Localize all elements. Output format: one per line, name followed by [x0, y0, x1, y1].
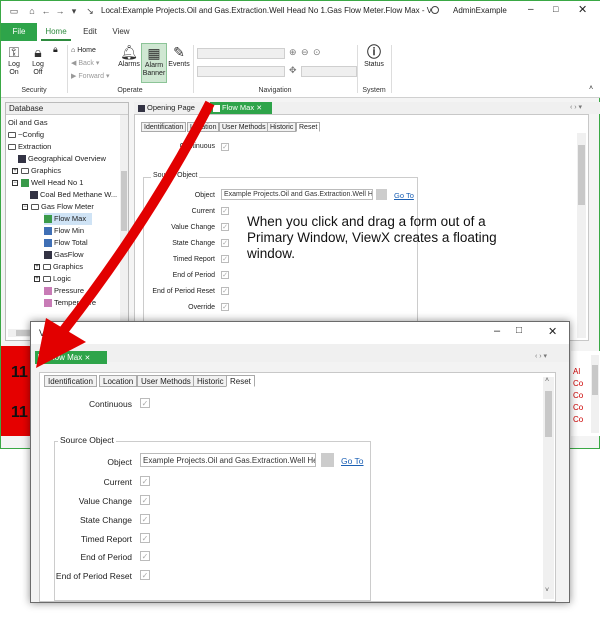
drag-arrow-shaft — [60, 100, 215, 334]
drag-arrow-head — [36, 318, 86, 368]
drag-arrow — [36, 100, 215, 368]
